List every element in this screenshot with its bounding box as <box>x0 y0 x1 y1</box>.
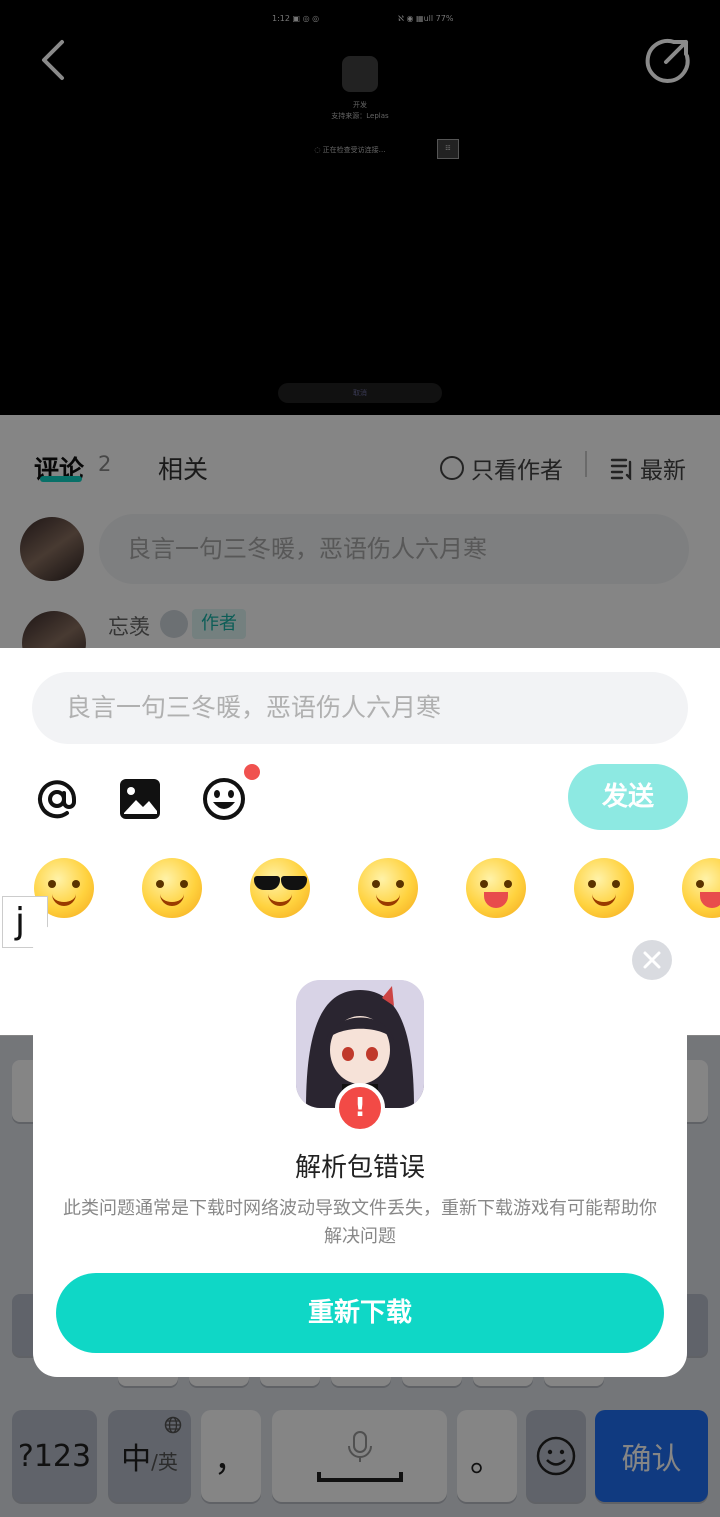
new-dot-badge <box>244 764 260 780</box>
dim-overlay-top <box>0 415 720 648</box>
smiley-icon <box>536 1436 576 1476</box>
mini-cancel-pill: 取消 <box>278 383 442 403</box>
sticker-watermelon-face[interactable] <box>574 858 634 918</box>
close-icon <box>643 951 661 969</box>
send-button[interactable]: 发送 <box>568 764 688 830</box>
key-space[interactable] <box>272 1410 447 1502</box>
video-area: 1:12 ▣ ◎ ◎ ℵ ◉ ▦ull 77% 开发 支持来源：Leplas ◌… <box>0 0 720 415</box>
error-badge-icon: ! <box>335 1083 385 1133</box>
mini-qr-icon: ☷ <box>437 139 459 159</box>
redownload-button[interactable]: 重新下载 <box>56 1273 664 1353</box>
space-mic-icon <box>316 1431 403 1482</box>
mini-app-icon <box>342 56 378 92</box>
key-language[interactable]: 中 /英 <box>108 1410 191 1502</box>
composer-input[interactable]: 良言一句三冬暖，恶语伤人六月寒 <box>32 672 688 744</box>
key-numbers[interactable]: ?123 <box>12 1410 97 1502</box>
key-emoji[interactable] <box>526 1410 586 1502</box>
close-button[interactable] <box>632 940 672 980</box>
globe-icon <box>164 1416 182 1434</box>
error-dialog: ! 解析包错误 此类问题通常是下载时网络波动导致文件丢失，重新下载游戏有可能帮助… <box>33 925 687 1377</box>
image-icon[interactable] <box>117 776 163 822</box>
key-period[interactable]: 。 <box>457 1410 517 1502</box>
sticker-blush-heart-face[interactable] <box>142 858 202 918</box>
mini-title: 开发 <box>353 101 367 109</box>
mini-status-left: 1:12 ▣ ◎ ◎ <box>272 14 320 23</box>
dialog-title: 解析包错误 <box>294 1153 425 1183</box>
sticker-sunglasses-face[interactable] <box>250 858 310 918</box>
mini-loading-text: ◌ 正在检查受访连接… <box>314 146 386 154</box>
dialog-description: 此类问题通常是下载时网络波动导致文件丢失，重新下载游戏有可能帮助你解决问题 <box>63 1198 657 1247</box>
comment-composer: 良言一句三冬暖，恶语伤人六月寒 发送 <box>0 648 720 948</box>
key-confirm[interactable]: 确认 <box>595 1410 708 1502</box>
back-arrow-icon[interactable] <box>34 38 74 82</box>
mention-at-icon[interactable] <box>34 776 80 822</box>
sticker-smug-face[interactable] <box>358 858 418 918</box>
lang-main-label: 中 <box>121 1442 152 1477</box>
emoji-icon[interactable] <box>201 776 247 822</box>
mini-subtitle: 支持来源：Leplas <box>331 112 389 120</box>
key-comma[interactable]: ， <box>201 1410 261 1502</box>
mini-status-right: ℵ ◉ ▦ull 77% <box>398 14 454 23</box>
lang-sub-label: /英 <box>151 1449 178 1474</box>
sticker-teeth-grin-face[interactable] <box>466 858 526 918</box>
share-icon[interactable] <box>644 36 692 84</box>
sticker-tongue-face[interactable] <box>682 858 720 918</box>
